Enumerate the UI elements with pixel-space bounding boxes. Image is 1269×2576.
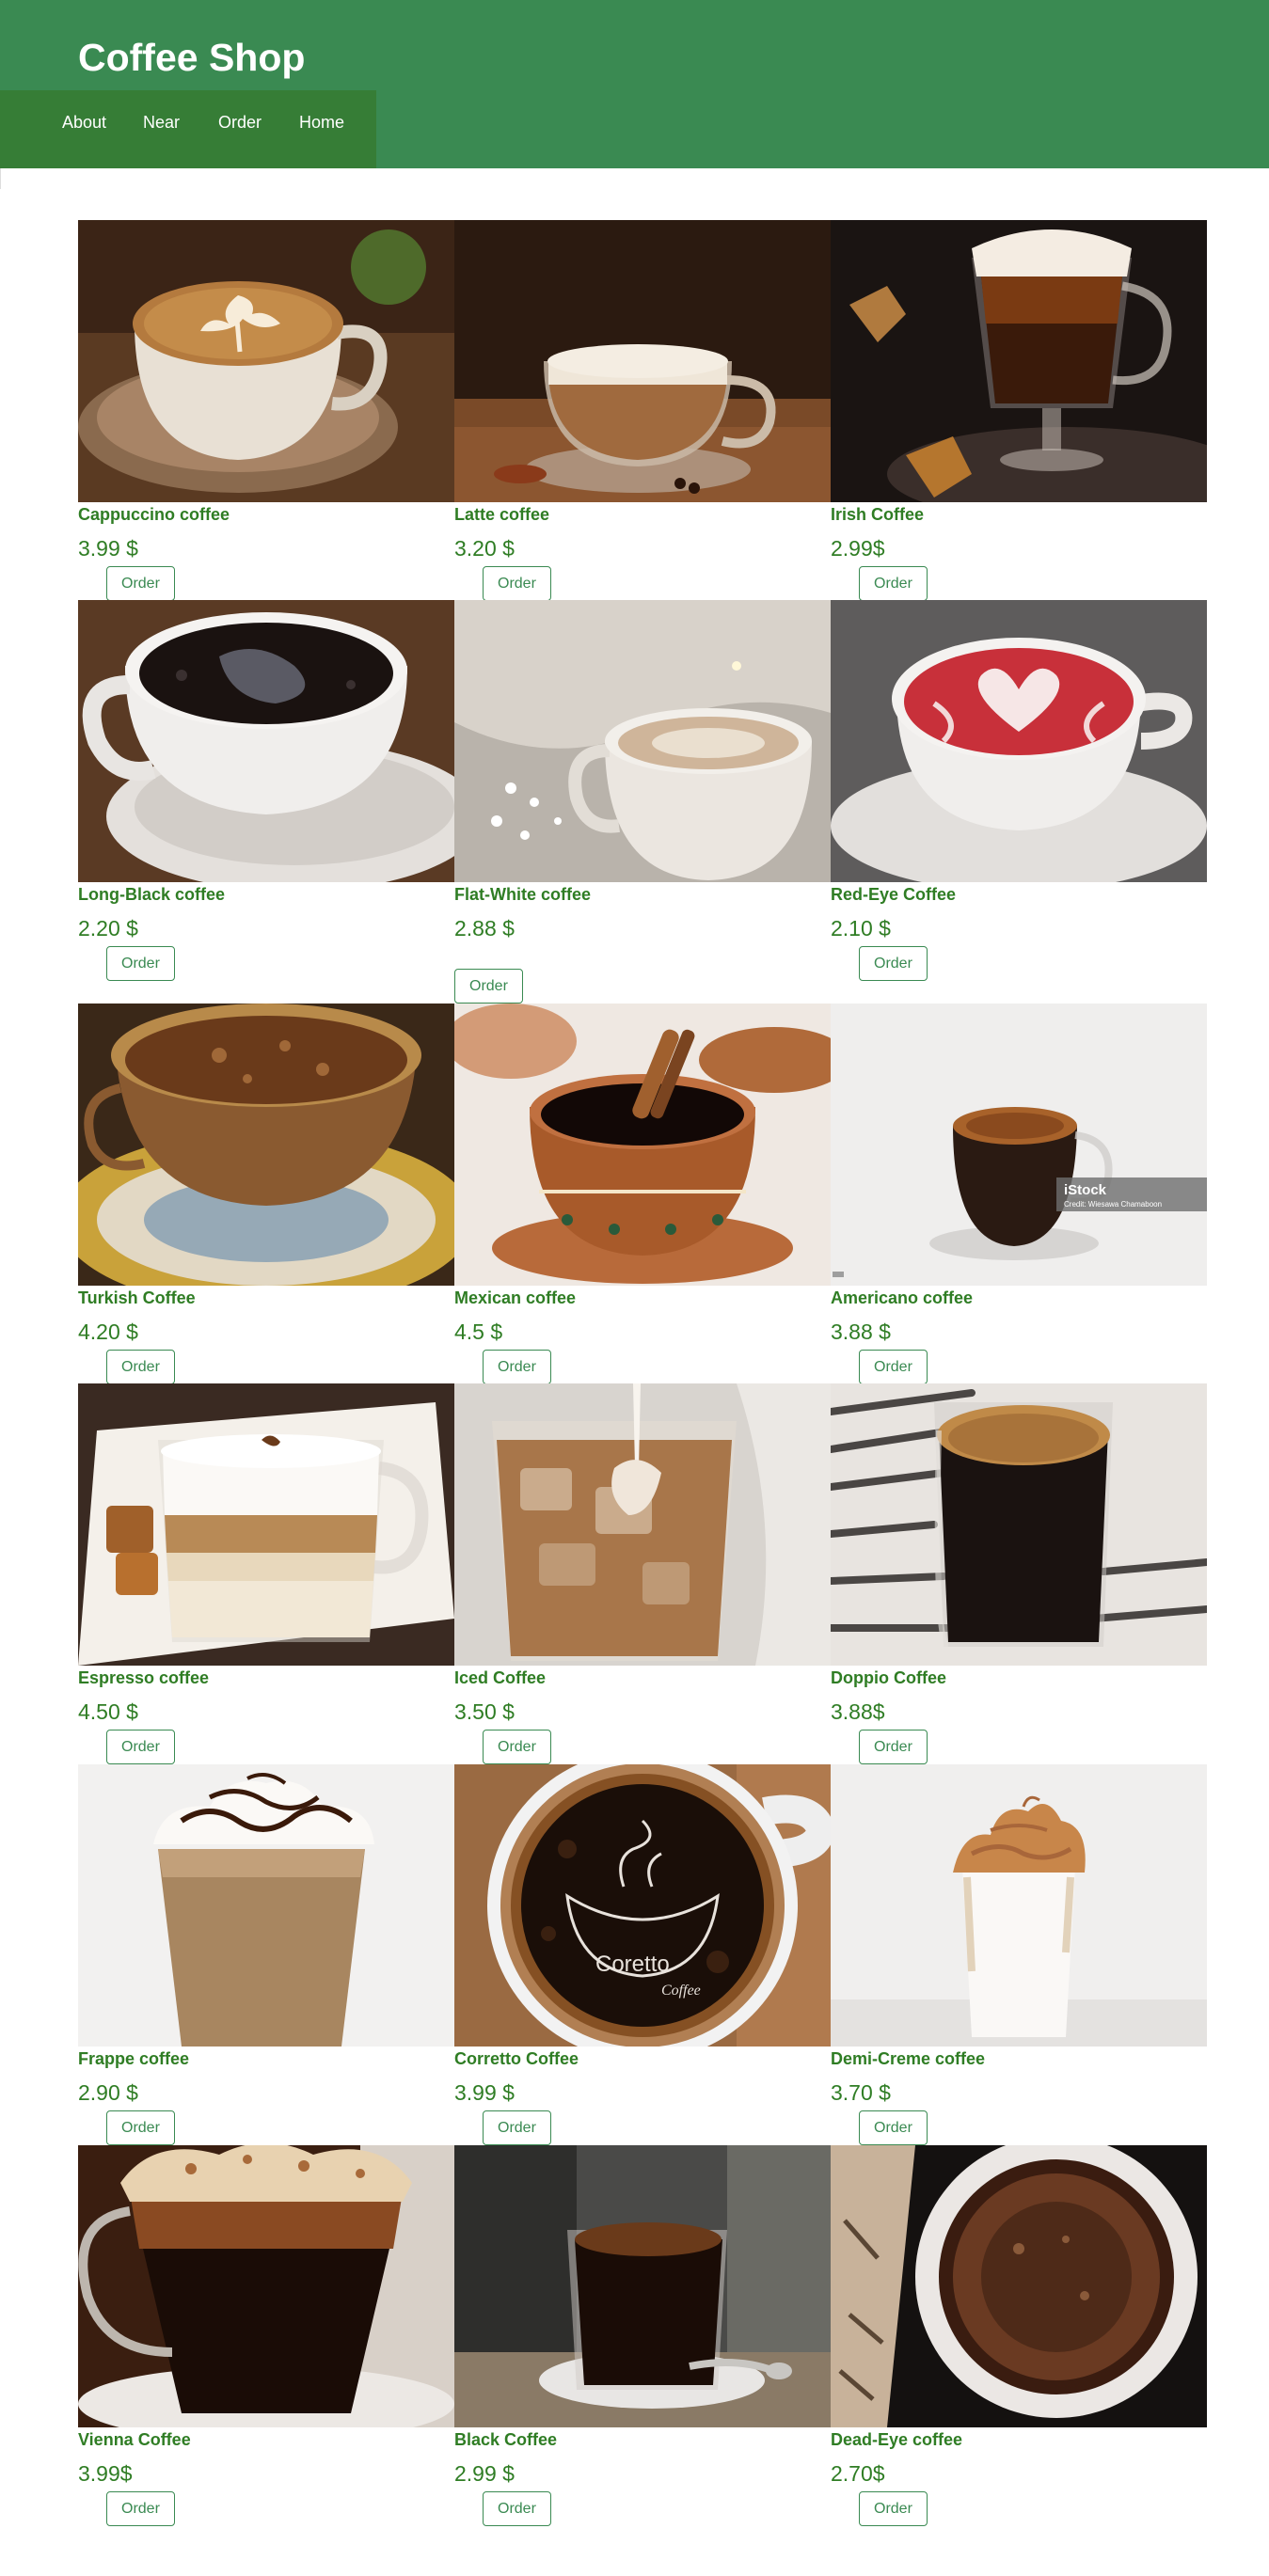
product-name: Americano coffee: [831, 1288, 974, 1307]
product-price: 4.5 $: [454, 1320, 503, 1344]
corretto-logo-text: Coretto: [595, 1952, 670, 1977]
product-price: 3.99$: [78, 2461, 133, 2486]
product-price: 2.70$: [831, 2461, 885, 2486]
product-name: Red-Eye Coffee: [831, 885, 957, 904]
nav-home-link[interactable]: Home: [299, 111, 344, 134]
iced-coffee-glass-photo[interactable]: [454, 1383, 831, 1666]
order-button[interactable]: Order: [454, 969, 523, 1004]
dalgona-cream-glass-photo[interactable]: [831, 1764, 1207, 2047]
corretto-cup-top-view-photo[interactable]: Coretto Coffee: [454, 1764, 831, 2047]
layered-espresso-mug-photo[interactable]: [78, 1383, 454, 1666]
americano-glass-cup-photo[interactable]: iStock Credit: Wiesawa Chamaboon: [831, 1004, 1207, 1286]
product-name: Flat-White coffee: [454, 885, 592, 904]
product-price: 3.20 $: [454, 536, 515, 561]
product-price: 4.50 $: [78, 1699, 138, 1724]
product-price: 2.99 $: [454, 2461, 515, 2486]
corretto-logo-subtext: Coffee: [661, 1983, 701, 1999]
page-edge-divider: [0, 168, 1, 189]
product-name: Turkish Coffee: [78, 1288, 196, 1307]
order-button[interactable]: Order: [859, 2110, 928, 2145]
cappuccino-latte-art-photo[interactable]: [78, 220, 454, 502]
latte-glass-cup-photo[interactable]: [454, 220, 831, 502]
irish-coffee-glass-photo[interactable]: [831, 220, 1207, 502]
order-button[interactable]: Order: [859, 946, 928, 981]
product-price: 2.90 $: [78, 2080, 138, 2105]
product-price: 3.70 $: [831, 2080, 891, 2105]
order-button[interactable]: Order: [106, 2491, 175, 2526]
order-button[interactable]: Order: [106, 1350, 175, 1384]
vienna-coffee-cream-photo[interactable]: [78, 2145, 454, 2427]
product-name: Irish Coffee: [831, 505, 925, 524]
product-name: Iced Coffee: [454, 1668, 547, 1687]
order-button[interactable]: Order: [106, 2110, 175, 2145]
order-button[interactable]: Order: [483, 566, 551, 601]
product-name: Mexican coffee: [454, 1288, 577, 1307]
order-button[interactable]: Order: [483, 2491, 551, 2526]
product-name: Long-Black coffee: [78, 885, 226, 904]
doppio-glass-newspaper-photo[interactable]: [831, 1383, 1207, 1666]
product-price: 3.88 $: [831, 1320, 891, 1344]
product-name: Vienna Coffee: [78, 2430, 191, 2449]
product-price: 4.20 $: [78, 1320, 138, 1344]
mexican-coffee-cinnamon-photo[interactable]: [454, 1004, 831, 1286]
product-name: Espresso coffee: [78, 1668, 210, 1687]
nav-near-link[interactable]: Near: [143, 111, 180, 134]
long-black-cup-photo[interactable]: [78, 600, 454, 882]
product-price: 3.88$: [831, 1699, 885, 1724]
order-button[interactable]: Order: [106, 1730, 175, 1764]
order-button[interactable]: Order: [106, 566, 175, 601]
order-button[interactable]: Order: [859, 2491, 928, 2526]
main-nav: About Near Order Home: [0, 90, 376, 168]
product-name: Black Coffee: [454, 2430, 558, 2449]
order-button[interactable]: Order: [859, 1350, 928, 1384]
product-price: 3.50 $: [454, 1699, 515, 1724]
turkish-coffee-cup-photo[interactable]: [78, 1004, 454, 1286]
black-coffee-glass-photo[interactable]: [454, 2145, 831, 2427]
product-price: 2.20 $: [78, 916, 138, 940]
red-eye-heart-art-photo[interactable]: [831, 600, 1207, 882]
product-name: Latte coffee: [454, 505, 550, 524]
nav-order-link[interactable]: Order: [218, 111, 262, 134]
product-price: 3.99 $: [78, 536, 138, 561]
order-button[interactable]: Order: [483, 2110, 551, 2145]
watermark-logo: iStock: [1064, 1182, 1107, 1198]
order-button[interactable]: Order: [859, 566, 928, 601]
order-button[interactable]: Order: [483, 1730, 551, 1764]
product-name: Dead-Eye coffee: [831, 2430, 963, 2449]
order-button[interactable]: Order: [106, 946, 175, 981]
watermark-credit: Credit: Wiesawa Chamaboon: [1064, 1200, 1162, 1209]
site-title: Coffee Shop: [78, 36, 306, 79]
site-header: Coffee Shop About Near Order Home: [0, 0, 1269, 168]
frappe-whipped-cream-photo[interactable]: [78, 1764, 454, 2047]
order-button[interactable]: Order: [483, 1350, 551, 1384]
nav-about-link[interactable]: About: [62, 111, 106, 134]
product-name: Corretto Coffee: [454, 2049, 579, 2068]
product-price: 2.10 $: [831, 916, 891, 940]
product-name: Cappuccino coffee: [78, 505, 230, 524]
product-price: 2.99$: [831, 536, 885, 561]
product-price: 3.99 $: [454, 2080, 515, 2105]
product-name: Demi-Creme coffee: [831, 2049, 986, 2068]
order-button[interactable]: Order: [859, 1730, 928, 1764]
product-name: Frappe coffee: [78, 2049, 190, 2068]
dead-eye-cup-top-view-photo[interactable]: [831, 2145, 1207, 2427]
product-name: Doppio Coffee: [831, 1668, 946, 1687]
product-price: 2.88 $: [454, 916, 515, 940]
flat-white-mug-photo[interactable]: [454, 600, 831, 882]
